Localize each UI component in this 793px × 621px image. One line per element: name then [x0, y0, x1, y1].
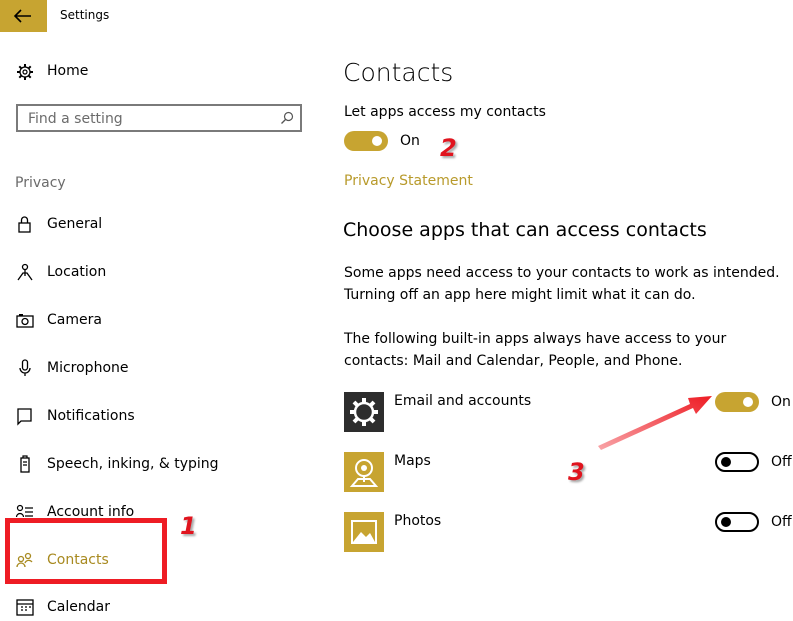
notifications-icon — [17, 408, 32, 426]
gear-icon — [344, 392, 384, 432]
sidebar-item-notifications[interactable]: Notifications — [15, 406, 295, 430]
toggle-knob — [721, 517, 731, 527]
nav-home-label: Home — [47, 63, 89, 79]
nav-home[interactable]: Home — [15, 62, 295, 84]
sidebar-item-label: Location — [47, 264, 107, 280]
master-toggle-state: On — [400, 133, 420, 149]
sidebar-item-speech[interactable]: Speech, inking, & typing — [15, 454, 295, 478]
page-title: Contacts — [343, 58, 454, 87]
back-button[interactable] — [0, 0, 47, 32]
sidebar-item-label: Camera — [47, 312, 102, 328]
gear-icon — [17, 64, 33, 80]
maps-toggle-state: Off — [771, 454, 792, 470]
photos-toggle-state: Off — [771, 514, 792, 530]
search-input[interactable]: Find a setting — [16, 104, 302, 132]
lock-icon — [18, 216, 31, 233]
calendar-icon — [16, 599, 34, 616]
sidebar-item-label: Calendar — [47, 599, 110, 615]
toggle-knob — [743, 397, 753, 407]
search-icon — [281, 111, 294, 124]
email-toggle-state: On — [771, 394, 791, 410]
maps-icon — [344, 452, 384, 492]
photos-icon — [344, 512, 384, 552]
app-name-email: Email and accounts — [394, 393, 532, 409]
maps-toggle[interactable] — [715, 452, 759, 472]
toggle-knob — [372, 136, 382, 146]
annotation-arrow — [598, 396, 712, 450]
search-placeholder: Find a setting — [28, 111, 123, 127]
annotation-step-1: 1 — [180, 512, 197, 540]
sidebar-item-camera[interactable]: Camera — [15, 310, 295, 334]
annotation-step-3: 3 — [568, 458, 585, 486]
app-tile-maps — [344, 452, 384, 492]
section-heading: Choose apps that can access contacts — [343, 219, 707, 241]
sidebar-item-general[interactable]: General — [15, 214, 295, 238]
master-contacts-toggle[interactable] — [344, 131, 388, 151]
sidebar-item-label: Microphone — [47, 360, 129, 376]
sidebar-item-microphone[interactable]: Microphone — [15, 358, 295, 382]
app-tile-photos — [344, 512, 384, 552]
window-title: Settings — [60, 8, 110, 22]
email-accounts-toggle[interactable] — [715, 392, 759, 412]
back-arrow-icon — [13, 9, 31, 23]
privacy-statement-link[interactable]: Privacy Statement — [344, 173, 473, 189]
app-tile-email — [344, 392, 384, 432]
app-name-maps: Maps — [394, 453, 431, 469]
toggle-knob — [721, 457, 731, 467]
annotation-highlight-box — [5, 518, 167, 584]
description-paragraph-1: Some apps need access to your contacts t… — [344, 265, 780, 303]
sidebar-item-location[interactable]: Location — [15, 262, 295, 286]
title-bar: Settings — [0, 0, 793, 32]
sidebar-item-label: Notifications — [47, 408, 135, 424]
master-setting-label: Let apps access my contacts — [344, 104, 546, 120]
microphone-icon — [19, 359, 31, 376]
speech-icon — [20, 455, 30, 473]
app-name-photos: Photos — [394, 513, 442, 529]
description-paragraph-2: The following built-in apps always have … — [344, 331, 727, 369]
camera-icon — [16, 314, 34, 328]
annotation-step-2: 2 — [440, 134, 457, 162]
location-icon — [17, 263, 33, 281]
photos-toggle[interactable] — [715, 512, 759, 532]
privacy-section-heading: Privacy — [15, 175, 66, 191]
sidebar-item-calendar[interactable]: Calendar — [15, 597, 295, 621]
sidebar-item-label: Speech, inking, & typing — [47, 456, 219, 472]
sidebar-item-label: General — [47, 216, 103, 232]
